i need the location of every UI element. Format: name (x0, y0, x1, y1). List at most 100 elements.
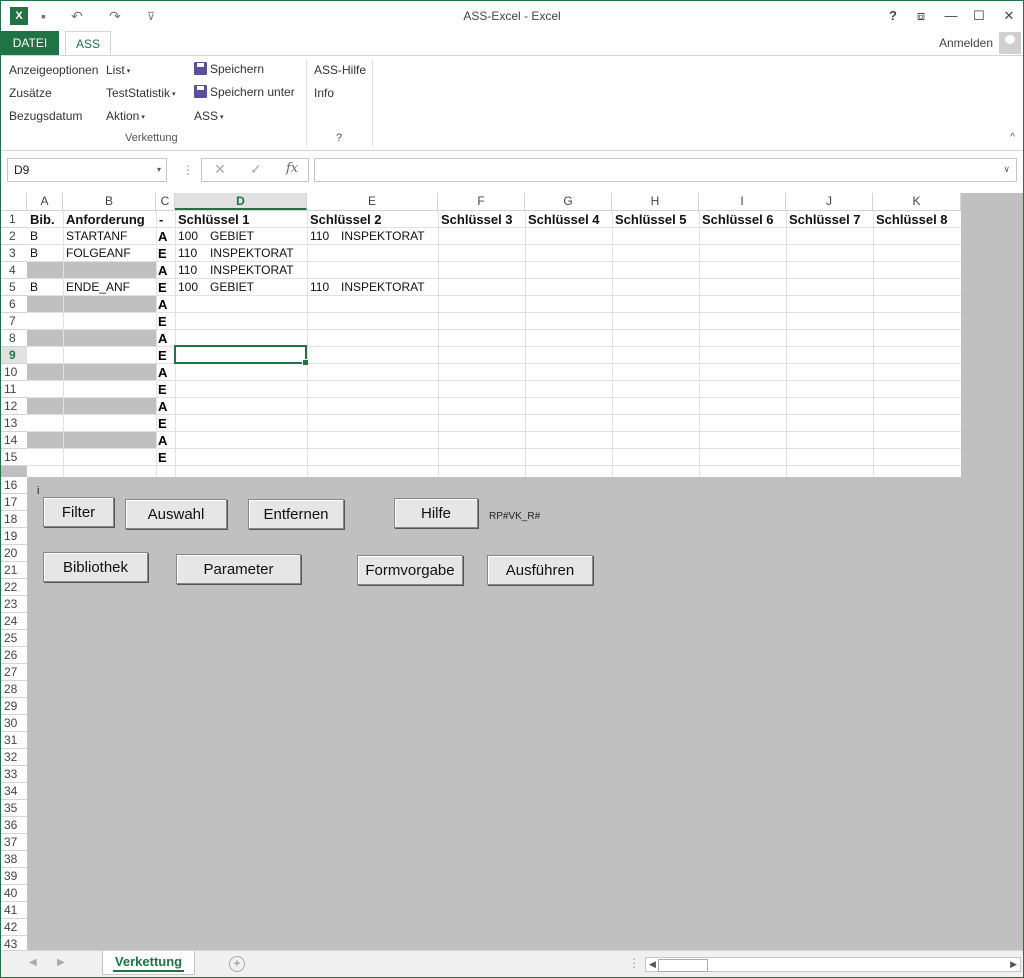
teststatistik-dropdown[interactable]: TestStatistik ▾ (106, 86, 176, 100)
row-header[interactable]: 31 (1, 732, 27, 749)
add-sheet-icon[interactable]: + (229, 956, 245, 972)
header-cell-schluessel-5[interactable]: Schlüssel 5 (612, 211, 687, 228)
cell-e5-text[interactable]: INSPEKTORAT (338, 279, 425, 296)
ass-dropdown[interactable]: ASS ▾ (194, 109, 224, 123)
row-header[interactable]: 25 (1, 630, 27, 647)
cell-c11[interactable]: E (156, 381, 167, 398)
entfernen-button[interactable]: Entfernen (248, 499, 344, 529)
row-header[interactable]: 7 (1, 313, 27, 330)
row-header[interactable]: 39 (1, 868, 27, 885)
enter-icon[interactable]: ✓ (250, 161, 262, 178)
column-header-d[interactable]: D (175, 193, 307, 210)
row-header[interactable]: 10 (1, 364, 27, 381)
row-header[interactable]: 19 (1, 528, 27, 545)
column-header-e[interactable]: E (307, 193, 438, 210)
header-cell-bib[interactable]: Bib. (27, 211, 55, 228)
row-header[interactable]: 11 (1, 381, 27, 398)
cell-c12[interactable]: A (156, 398, 167, 415)
cell-d4-text[interactable]: INSPEKTORAT (207, 262, 294, 279)
parameter-button[interactable]: Parameter (176, 554, 301, 584)
aktion-dropdown[interactable]: Aktion ▾ (106, 109, 145, 123)
drag-handle-icon[interactable]: ⋮ (182, 163, 194, 177)
split-handle-icon[interactable]: ⋮ (628, 956, 640, 970)
row-header[interactable]: 32 (1, 749, 27, 766)
filter-button[interactable]: Filter (43, 497, 114, 527)
cell-e2-text[interactable]: INSPEKTORAT (338, 228, 425, 245)
active-cell-d9[interactable] (174, 345, 309, 366)
next-sheet-icon[interactable]: ▶ (57, 957, 65, 968)
column-header-a[interactable]: A (27, 193, 63, 210)
row-header[interactable]: 6 (1, 296, 27, 313)
row-header[interactable]: 20 (1, 545, 27, 562)
scrollbar-thumb[interactable] (658, 959, 708, 972)
prev-sheet-icon[interactable]: ◀ (29, 957, 37, 968)
insert-function-icon[interactable]: fx (286, 161, 298, 176)
header-cell-dash[interactable]: - (156, 211, 163, 228)
ass-hilfe-button[interactable]: ASS-Hilfe (314, 63, 366, 77)
zusaetze-button[interactable]: Zusätze (9, 86, 52, 100)
row-header[interactable]: 34 (1, 783, 27, 800)
cell-c13[interactable]: E (156, 415, 167, 432)
row-header[interactable]: 4 (1, 262, 27, 279)
row-header[interactable]: 43 (1, 936, 27, 950)
cell-d2-text[interactable]: GEBIET (207, 228, 254, 245)
formula-input[interactable]: ∨ (314, 158, 1017, 182)
row-header[interactable]: 37 (1, 834, 27, 851)
ausfuehren-button[interactable]: Ausführen (487, 555, 593, 585)
header-cell-schluessel-4[interactable]: Schlüssel 4 (525, 211, 600, 228)
row-header[interactable]: 22 (1, 579, 27, 596)
row-header[interactable]: 35 (1, 800, 27, 817)
cell-c8[interactable]: A (156, 330, 167, 347)
row-header[interactable]: 24 (1, 613, 27, 630)
row-header[interactable]: 17 (1, 494, 27, 511)
tab-ass[interactable]: ASS (65, 31, 111, 55)
row-header[interactable]: 26 (1, 647, 27, 664)
cell-d3-text[interactable]: INSPEKTORAT (207, 245, 294, 262)
name-box[interactable]: D9 ▾ (7, 158, 167, 182)
cell-e5-num[interactable]: 110 (307, 279, 329, 296)
cell-c5[interactable]: E (156, 279, 167, 296)
chevron-down-icon[interactable]: ▾ (157, 159, 161, 181)
row-header[interactable]: 29 (1, 698, 27, 715)
row-header[interactable]: 21 (1, 562, 27, 579)
header-cell-schluessel-2[interactable]: Schlüssel 2 (307, 211, 382, 228)
scroll-left-icon[interactable]: ◀ (649, 958, 656, 971)
ribbon-display-icon[interactable]: ⧈ (907, 5, 935, 27)
row-header[interactable]: 23 (1, 596, 27, 613)
sheet-tab-verkettung[interactable]: Verkettung (102, 951, 195, 975)
close-icon[interactable]: ✕ (995, 5, 1023, 27)
cell-d2-num[interactable]: 100 (175, 228, 198, 245)
cell-e2-num[interactable]: 110 (307, 228, 329, 245)
row-header[interactable]: 40 (1, 885, 27, 902)
cell-d5-text[interactable]: GEBIET (207, 279, 254, 296)
row-header[interactable]: 30 (1, 715, 27, 732)
cell-d4-num[interactable]: 110 (175, 262, 197, 279)
bezugsdatum-button[interactable]: Bezugsdatum (9, 109, 82, 123)
header-cell-schluessel-8[interactable]: Schlüssel 8 (873, 211, 948, 228)
expand-formula-icon[interactable]: ∨ (1003, 164, 1010, 175)
cell-c7[interactable]: E (156, 313, 167, 330)
cell-d3-num[interactable]: 110 (175, 245, 197, 262)
cell-c15[interactable]: E (156, 449, 167, 466)
column-header-i[interactable]: I (699, 193, 786, 210)
select-all-corner[interactable] (1, 193, 27, 210)
cancel-icon[interactable]: ✕ (214, 161, 226, 178)
cell-a2[interactable]: B (27, 228, 38, 245)
auswahl-button[interactable]: Auswahl (125, 499, 227, 529)
cell-c9[interactable]: E (156, 347, 167, 364)
cell-b2[interactable]: STARTANF (63, 228, 127, 245)
header-cell-schluessel-7[interactable]: Schlüssel 7 (786, 211, 861, 228)
speichern-button[interactable]: Speichern (194, 62, 264, 76)
cell-d5-num[interactable]: 100 (175, 279, 198, 296)
header-cell-schluessel-1[interactable]: Schlüssel 1 (175, 211, 250, 228)
row-header[interactable]: 14 (1, 432, 27, 449)
cell-a5[interactable]: B (27, 279, 38, 296)
collapse-ribbon-icon[interactable]: ^ (1010, 132, 1015, 143)
cell-c4[interactable]: A (156, 262, 167, 279)
row-header[interactable]: 42 (1, 919, 27, 936)
column-header-g[interactable]: G (525, 193, 612, 210)
row-header[interactable]: 2 (1, 228, 27, 245)
header-cell-schluessel-6[interactable]: Schlüssel 6 (699, 211, 774, 228)
row-header-selected[interactable]: 9 (1, 347, 27, 364)
row-header[interactable]: 28 (1, 681, 27, 698)
